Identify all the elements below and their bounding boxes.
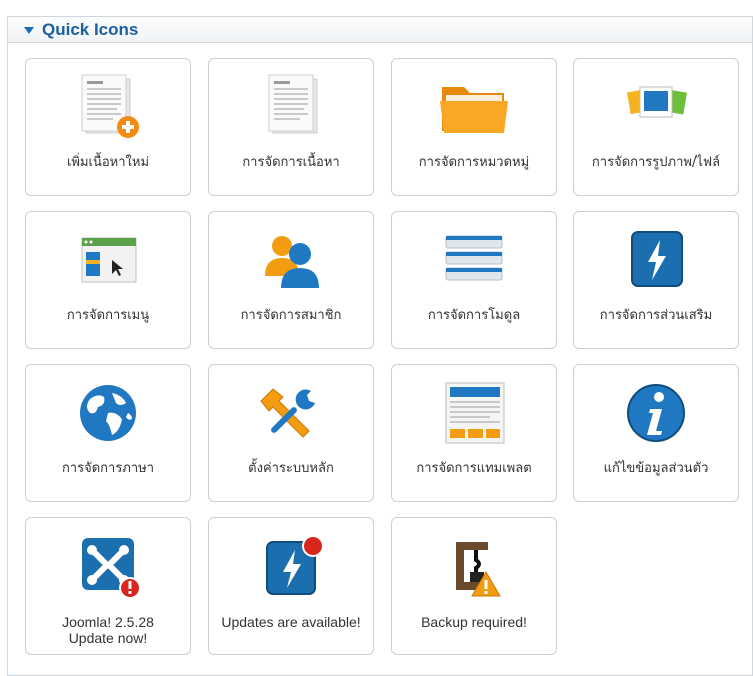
tile-category-manager[interactable]: การจัดการหมวดหมู่: [391, 58, 557, 196]
template-icon: [392, 379, 556, 447]
info-icon: [574, 379, 738, 447]
backup-icon: [392, 532, 556, 600]
tile-backup-required[interactable]: Backup required!: [391, 517, 557, 655]
menu-icon: [26, 226, 190, 294]
users-icon: [209, 226, 373, 294]
tile-article-manager[interactable]: การจัดการเนื้อหา: [208, 58, 374, 196]
tile-label: การจัดการรูปภาพ/ไฟล์: [591, 155, 721, 170]
tile-template-manager[interactable]: การจัดการแทมเพลต: [391, 364, 557, 502]
module-icon: [392, 226, 556, 294]
joomla-icon: [26, 532, 190, 600]
tile-label: Joomla! 2.5.28 Update now!: [26, 614, 190, 646]
tile-label: การจัดการภาษา: [61, 461, 155, 476]
update-badge-count: !: [323, 537, 327, 551]
tools-icon: [209, 379, 373, 447]
tile-label-line2: Update now!: [68, 630, 148, 646]
media-icon: [574, 73, 738, 141]
tile-joomla-update[interactable]: Joomla! 2.5.28 Update now!: [25, 517, 191, 655]
tile-label-line1: Joomla! 2.5.28: [62, 614, 154, 630]
tile-label: Updates are available!: [221, 614, 361, 630]
tile-label: การจัดการโมดูล: [427, 308, 521, 323]
panel-header[interactable]: Quick Icons: [8, 17, 752, 43]
tile-extension-updates[interactable]: ! Updates are available!: [208, 517, 374, 655]
tile-extension-manager[interactable]: การจัดการส่วนเสริม: [573, 211, 739, 349]
tile-label: การจัดการแทมเพลต: [416, 461, 532, 476]
tile-label: Backup required!: [421, 614, 527, 630]
updates-icon: [209, 532, 373, 600]
tile-global-configuration[interactable]: ตั้งค่าระบบหลัก: [208, 364, 374, 502]
collapse-arrow-icon[interactable]: [24, 27, 34, 34]
panel-title: Quick Icons: [42, 19, 139, 39]
tile-user-manager[interactable]: การจัดการสมาชิก: [208, 211, 374, 349]
tile-label: การจัดการส่วนเสริม: [599, 308, 713, 323]
add-article-icon: [26, 73, 190, 141]
tile-edit-profile[interactable]: แก้ไขข้อมูลส่วนตัว: [573, 364, 739, 502]
tile-label: การจัดการเมนู: [66, 308, 150, 323]
tile-label: เพิ่มเนื้อหาใหม่: [66, 155, 150, 170]
tile-add-article[interactable]: เพิ่มเนื้อหาใหม่: [25, 58, 191, 196]
extension-icon: [574, 226, 738, 294]
folder-icon: [392, 73, 556, 141]
tile-menu-manager[interactable]: การจัดการเมนู: [25, 211, 191, 349]
article-icon: [209, 73, 373, 141]
tile-label: แก้ไขข้อมูลส่วนตัว: [603, 461, 709, 476]
globe-icon: [26, 379, 190, 447]
tile-module-manager[interactable]: การจัดการโมดูล: [391, 211, 557, 349]
tile-media-manager[interactable]: การจัดการรูปภาพ/ไฟล์: [573, 58, 739, 196]
tile-label: การจัดการหมวดหมู่: [418, 155, 530, 170]
tile-label: ตั้งค่าระบบหลัก: [248, 461, 334, 476]
tile-label: การจัดการสมาชิก: [240, 308, 342, 323]
tile-label: การจัดการเนื้อหา: [242, 155, 340, 170]
tile-language-manager[interactable]: การจัดการภาษา: [25, 364, 191, 502]
